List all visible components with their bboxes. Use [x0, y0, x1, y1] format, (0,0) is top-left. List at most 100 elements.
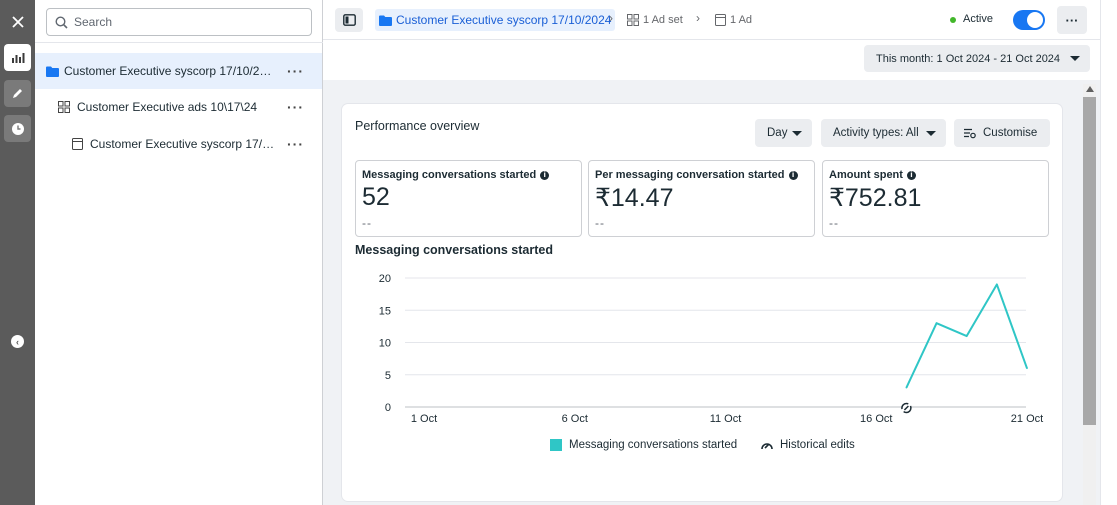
more-options-icon[interactable]: ··· [287, 99, 304, 115]
folder-icon [379, 15, 392, 26]
chart-title: Messaging conversations started [355, 243, 553, 257]
more-options-icon[interactable]: ··· [287, 63, 304, 79]
metric-value: 52 [362, 183, 390, 211]
scroll-thumb[interactable] [1083, 97, 1096, 425]
search-icon [55, 15, 68, 29]
status-dot [950, 17, 956, 23]
tree-item-label: Customer Executive syscorp 17/10/2024 [64, 64, 274, 78]
data-point [905, 386, 908, 389]
tree-item-campaign[interactable]: Customer Executive syscorp 17/10/2024 ··… [35, 53, 322, 89]
tree-item-ad[interactable]: Customer Executive syscorp 17/10/... ··· [35, 126, 322, 162]
metric-delta: -- [595, 216, 605, 230]
ad-icon [72, 138, 83, 150]
chevron-down-icon [1070, 56, 1081, 61]
legend-item-series[interactable]: Messaging conversations started [550, 439, 737, 451]
x-tick-label: 1 Oct [411, 413, 437, 425]
legend-label: Messaging conversations started [569, 439, 738, 451]
more-button[interactable]: ··· [1057, 6, 1087, 34]
tree-item-label: Customer Executive ads 10\17\24 [77, 100, 258, 114]
legend-item-historical-edits[interactable]: Historical edits [760, 439, 855, 451]
data-point [935, 322, 938, 324]
vertical-scrollbar[interactable] [1083, 84, 1096, 505]
more-options-icon[interactable]: ··· [287, 136, 304, 152]
x-tick-label: 11 Oct [710, 413, 742, 425]
metric-value: ₹14.47 [595, 184, 674, 212]
breadcrumb-ad-label: 1 Ad [730, 14, 753, 26]
more-icon: ··· [1065, 12, 1079, 28]
divider [35, 42, 323, 43]
y-tick-label: 5 [385, 370, 391, 382]
clock-icon [11, 122, 24, 135]
toggle-panel-button[interactable] [335, 8, 363, 32]
historical-edit-marker[interactable] [901, 402, 912, 414]
campaign-tree-panel: Customer Executive syscorp 17/10/2024 ··… [35, 0, 323, 505]
search-input[interactable] [74, 15, 294, 29]
x-tick-label: 21 Oct [1011, 413, 1043, 425]
metric-delta: -- [362, 216, 372, 230]
date-range-picker[interactable]: This month: 1 Oct 2024 - 21 Oct 2024 [864, 45, 1091, 72]
grid-icon [627, 14, 639, 26]
grid-icon [58, 101, 70, 113]
historical-edits-icon [761, 443, 773, 450]
metric-label: Messaging conversations started [362, 169, 537, 181]
edit-tab-button[interactable] [4, 80, 31, 107]
history-tab-button[interactable] [4, 115, 31, 142]
chevron-left-icon: ‹ [16, 336, 19, 347]
bar-chart-icon [11, 52, 24, 63]
metric-card-conversations[interactable]: Messaging conversations started i 52 -- [355, 160, 582, 237]
day-dropdown-label: Day [767, 127, 788, 139]
customise-label: Customise [983, 127, 1038, 139]
metric-card-amount-spent[interactable]: Amount spent i ₹752.81 -- [822, 160, 1049, 237]
chevron-down-icon [792, 131, 802, 136]
card-title: Performance overview [355, 119, 480, 133]
y-tick-label: 15 [379, 305, 391, 317]
window-edge [1100, 0, 1117, 505]
folder-icon [46, 66, 59, 77]
activity-types-dropdown[interactable]: Activity types: All [821, 119, 946, 147]
legend-label: Historical edits [780, 439, 855, 451]
chevron-down-icon [926, 131, 936, 136]
collapse-button[interactable]: ‹ [11, 335, 24, 348]
activity-types-label: Activity types: All [833, 127, 919, 139]
customise-button[interactable]: Customise [954, 119, 1050, 147]
y-tick-label: 10 [379, 338, 391, 350]
metric-label-row: Messaging conversations started i [362, 169, 550, 181]
status-label: Active [963, 13, 993, 25]
info-icon[interactable]: i [540, 170, 550, 180]
info-icon[interactable]: i [906, 170, 916, 180]
metric-label-row: Amount spent i [829, 169, 916, 181]
toggle-knob [1027, 12, 1043, 28]
left-rail: ‹ [0, 0, 35, 505]
tree-item-label: Customer Executive syscorp 17/10/... [90, 137, 280, 151]
sidebar-icon [342, 14, 356, 26]
tree-item-adset[interactable]: Customer Executive ads 10\17\24 ··· [35, 89, 322, 125]
chevron-right-icon: › [609, 11, 613, 25]
legend-swatch [550, 439, 562, 451]
x-tick-label: 6 Oct [562, 413, 588, 425]
info-icon[interactable]: i [788, 170, 798, 180]
y-tick-label: 0 [385, 402, 391, 414]
line-chart: 0 5 10 15 20 1 Oct 6 Oct 11 Oct 16 Oct 21 Oct [379, 273, 1043, 425]
breadcrumb-campaign-label: Customer Executive syscorp 17/10/2024 [396, 13, 612, 27]
search-box[interactable] [46, 8, 312, 36]
active-toggle[interactable] [1013, 10, 1045, 30]
close-icon [11, 15, 24, 28]
metric-card-cost-per-conversation[interactable]: Per messaging conversation started i ₹14.… [588, 160, 815, 237]
breadcrumb-campaign[interactable]: Customer Executive syscorp 17/10/2024 [375, 9, 616, 31]
insights-tab-button[interactable] [4, 44, 31, 71]
metric-value: ₹752.81 [829, 184, 922, 212]
metric-label: Amount spent [829, 169, 903, 181]
settings-list-icon [964, 128, 976, 138]
data-point [965, 335, 968, 337]
date-range-label: This month: 1 Oct 2024 - 21 Oct 2024 [876, 52, 1061, 65]
breadcrumb-adset[interactable]: 1 Ad set [627, 9, 683, 31]
breadcrumb-ad[interactable]: 1 Ad [715, 9, 752, 31]
day-dropdown[interactable]: Day [755, 119, 812, 147]
scroll-up-arrow[interactable] [1086, 86, 1094, 92]
x-tick-label: 16 Oct [860, 413, 892, 425]
metric-label: Per messaging conversation started [595, 169, 785, 181]
metric-delta: -- [829, 216, 839, 230]
data-point [1026, 367, 1028, 370]
breadcrumb-adset-label: 1 Ad set [643, 14, 683, 26]
close-button[interactable] [4, 8, 31, 35]
